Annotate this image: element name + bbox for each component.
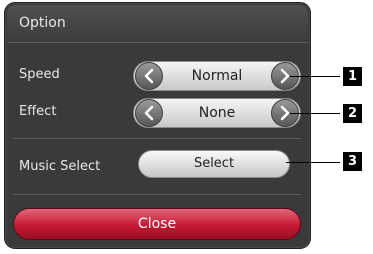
effect-label: Effect — [19, 104, 57, 119]
close-button[interactable]: Close — [13, 208, 301, 240]
select-button[interactable]: Select — [138, 150, 290, 178]
effect-prev-button[interactable] — [135, 99, 163, 127]
callout-badge-3: 3 — [343, 152, 362, 171]
dialog-title: Option — [19, 15, 66, 31]
callout-badge-1: 1 — [343, 67, 362, 86]
callout-line — [286, 162, 340, 163]
chevron-left-icon — [144, 105, 154, 121]
music-select-label: Music Select — [19, 159, 101, 174]
speed-prev-button[interactable] — [135, 62, 163, 90]
speed-value: Normal — [191, 68, 243, 84]
effect-value: None — [198, 105, 236, 121]
effect-selector: None — [133, 98, 301, 128]
speed-label: Speed — [19, 67, 60, 82]
callout-line — [290, 113, 340, 114]
dialog-title-bar: Option — [7, 5, 308, 43]
callout-badge-2: 2 — [343, 104, 362, 123]
divider — [13, 194, 301, 195]
callout-line — [290, 76, 340, 77]
option-dialog: Option Speed Normal Effect None Music Se… — [4, 2, 311, 249]
chevron-left-icon — [144, 68, 154, 84]
divider — [13, 138, 301, 139]
speed-selector: Normal — [133, 61, 301, 91]
